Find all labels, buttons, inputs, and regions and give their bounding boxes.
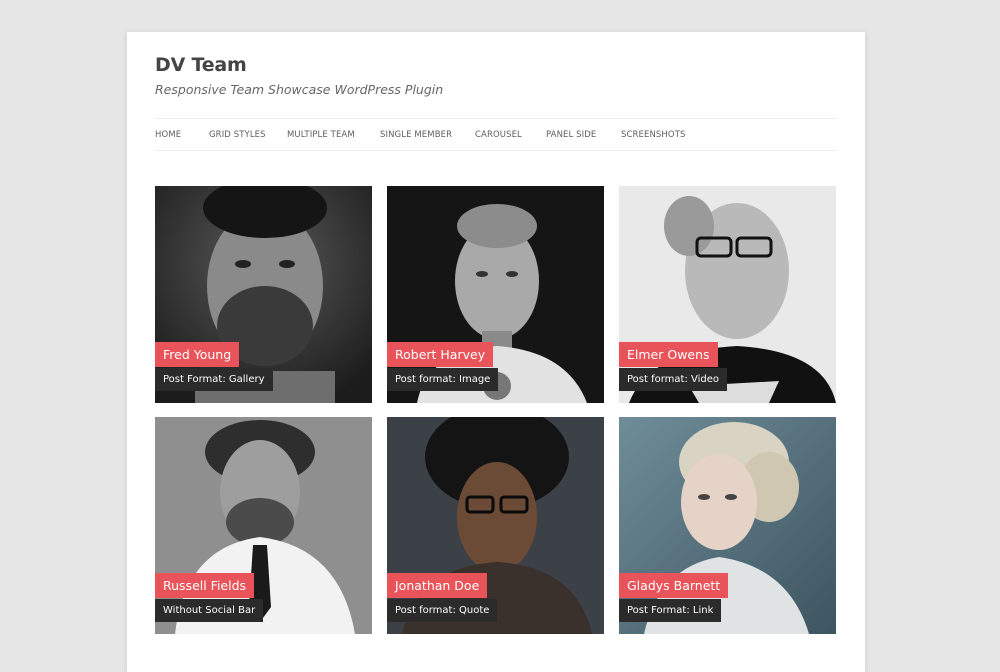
- team-card-russell-fields[interactable]: Russell Fields Without Social Bar: [155, 417, 372, 634]
- member-format: Post format: Video: [619, 368, 728, 391]
- main-navigation: HOME GRID STYLES MULTIPLE TEAM SINGLE ME…: [155, 118, 837, 151]
- nav-item-carousel[interactable]: CAROUSEL: [475, 130, 522, 140]
- team-card-gladys-barnett[interactable]: Gladys Barnett Post Format: Link: [619, 417, 836, 634]
- member-format: Without Social Bar: [155, 599, 264, 622]
- member-name: Russell Fields: [155, 573, 255, 598]
- site-description: Responsive Team Showcase WordPress Plugi…: [155, 82, 444, 97]
- page-container: DV Team Responsive Team Showcase WordPre…: [127, 32, 865, 672]
- nav-item-grid-styles[interactable]: GRID STYLES: [209, 130, 266, 140]
- nav-item-screenshots[interactable]: SCREENSHOTS: [621, 130, 686, 140]
- team-card-robert-harvey[interactable]: Robert Harvey Post format: Image: [387, 186, 604, 403]
- member-name: Jonathan Doe: [387, 573, 488, 598]
- member-name: Fred Young: [155, 342, 240, 367]
- member-format: Post format: Image: [387, 368, 499, 391]
- member-name: Robert Harvey: [387, 342, 494, 367]
- team-card-elmer-owens[interactable]: Elmer Owens Post format: Video: [619, 186, 836, 403]
- team-card-jonathan-doe[interactable]: Jonathan Doe Post format: Quote: [387, 417, 604, 634]
- site-title[interactable]: DV Team: [155, 54, 247, 76]
- nav-item-panel-side[interactable]: PANEL SIDE: [546, 130, 596, 140]
- member-format: Post Format: Gallery: [155, 368, 273, 391]
- team-card-fred-young[interactable]: Fred Young Post Format: Gallery: [155, 186, 372, 403]
- member-format: Post format: Quote: [387, 599, 498, 622]
- nav-item-multiple-team[interactable]: MULTIPLE TEAM: [287, 130, 355, 140]
- member-name: Elmer Owens: [619, 342, 718, 367]
- nav-item-home[interactable]: HOME: [155, 130, 181, 140]
- member-format: Post Format: Link: [619, 599, 722, 622]
- member-name: Gladys Barnett: [619, 573, 729, 598]
- nav-item-single-member[interactable]: SINGLE MEMBER: [380, 130, 452, 140]
